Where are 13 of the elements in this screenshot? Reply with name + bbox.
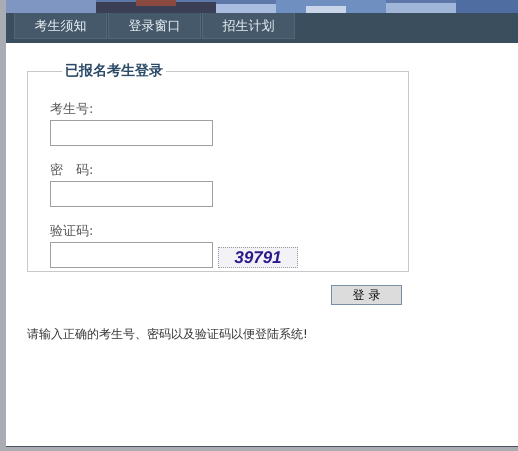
captcha-field[interactable] bbox=[50, 242, 213, 268]
nav-tab[interactable]: 招生计划 bbox=[202, 13, 295, 39]
hint-text: 请输入正确的考生号、密码以及验证码以便登陆系统! bbox=[27, 326, 308, 343]
panel-title: 已报名考生登录 bbox=[64, 62, 164, 80]
field-label: 密 码: bbox=[50, 162, 94, 179]
login-button[interactable]: 登 录 bbox=[331, 285, 402, 305]
field-label: 考生号: bbox=[50, 101, 94, 118]
captcha-image: 39791 bbox=[218, 247, 298, 268]
nav-tab[interactable]: 登录窗口 bbox=[108, 13, 201, 39]
field-label: 验证码: bbox=[50, 223, 94, 240]
nav-tab[interactable]: 考生须知 bbox=[14, 13, 107, 39]
password-field[interactable] bbox=[50, 181, 213, 207]
input-field[interactable] bbox=[50, 120, 213, 146]
